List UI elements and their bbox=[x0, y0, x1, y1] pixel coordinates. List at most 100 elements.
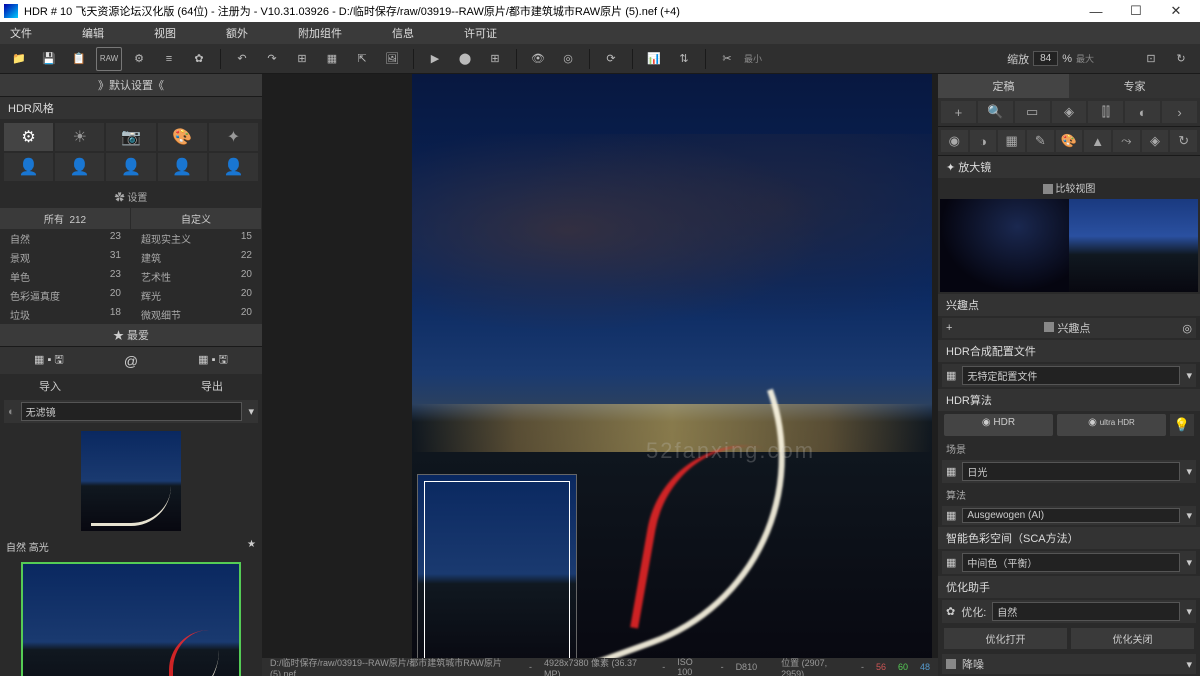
sliders-icon[interactable]: ≡ bbox=[156, 47, 182, 71]
magnifier-view[interactable] bbox=[940, 199, 1198, 292]
scene-select[interactable]: ▦日光▾ bbox=[942, 460, 1196, 483]
add-interest-icon[interactable]: + bbox=[946, 322, 952, 334]
style-sparkle-icon[interactable]: ✦ bbox=[209, 123, 258, 151]
minimize-button[interactable]: — bbox=[1076, 4, 1116, 19]
all-presets[interactable]: 所有 212 bbox=[0, 208, 131, 229]
grid-icon[interactable]: ⊞ bbox=[482, 47, 508, 71]
copy-icon[interactable]: 📋 bbox=[66, 47, 92, 71]
style-user4-icon[interactable]: 👤 bbox=[158, 153, 207, 181]
stat-item[interactable]: 色彩逼真度20 bbox=[0, 286, 131, 305]
default-settings-header[interactable]: 》默认设置《 bbox=[0, 74, 262, 97]
menu-addons[interactable]: 附加组件 bbox=[298, 25, 342, 41]
tab-expert[interactable]: 专家 bbox=[1069, 74, 1200, 98]
style-user2-icon[interactable]: 👤 bbox=[55, 153, 104, 181]
search-icon[interactable]: ◈ bbox=[1142, 130, 1169, 152]
menu-file[interactable]: 文件 bbox=[10, 25, 32, 41]
style-user1-icon[interactable]: 👤 bbox=[4, 153, 53, 181]
menu-extras[interactable]: 额外 bbox=[226, 25, 248, 41]
import-button[interactable]: 导入 bbox=[39, 378, 61, 394]
grid2-icon[interactable]: ▦ bbox=[998, 130, 1025, 152]
noise-row[interactable]: 降噪 ▾ bbox=[942, 654, 1196, 674]
algo-select[interactable]: ▦Ausgewogen (AI)▾ bbox=[942, 506, 1196, 525]
wand-icon[interactable]: ✎ bbox=[1027, 130, 1054, 152]
eye-icon[interactable]: 👁 bbox=[525, 47, 551, 71]
export-icon[interactable]: ⇱ bbox=[349, 47, 375, 71]
stat-item[interactable]: 景观31 bbox=[0, 248, 131, 267]
histogram-icon[interactable]: 📊 bbox=[641, 47, 667, 71]
navigator[interactable] bbox=[417, 474, 577, 674]
target-icon[interactable]: ◎ bbox=[555, 47, 581, 71]
grid-view-icon[interactable]: ▦ ▪ 🖫 bbox=[34, 351, 64, 370]
at-icon[interactable]: @ bbox=[124, 353, 138, 369]
image-icon[interactable]: 🖼 bbox=[379, 47, 405, 71]
redo-icon[interactable]: ↷ bbox=[259, 47, 285, 71]
settings2-icon[interactable]: ✿ bbox=[186, 47, 212, 71]
style-camera-icon[interactable]: 📷 bbox=[106, 123, 155, 151]
config-select[interactable]: ▦ 无特定配置文件▾ bbox=[942, 364, 1196, 387]
interest-checkbox[interactable] bbox=[1044, 322, 1054, 332]
stat-item[interactable]: 自然23 bbox=[0, 229, 131, 248]
rgb-icon[interactable]: ▲ bbox=[1084, 130, 1111, 152]
add-tool-icon[interactable]: + bbox=[941, 101, 976, 123]
save-icon[interactable]: 💾 bbox=[36, 47, 62, 71]
color-tool-icon[interactable]: ◐ bbox=[1125, 101, 1160, 123]
chevron-right-icon[interactable]: › bbox=[1162, 101, 1197, 123]
layers-icon[interactable]: ▦ bbox=[319, 47, 345, 71]
split-tool-icon[interactable]: ⫿⫿ bbox=[1088, 101, 1123, 123]
opt-open-button[interactable]: 优化打开 bbox=[944, 628, 1067, 649]
hdr-button[interactable]: ◉ HDR bbox=[944, 414, 1053, 436]
crop-icon[interactable]: ✂ bbox=[714, 47, 740, 71]
aperture-icon[interactable]: ◉ bbox=[941, 130, 968, 152]
stat-item[interactable]: 辉光20 bbox=[131, 286, 262, 305]
menu-license[interactable]: 许可证 bbox=[464, 25, 497, 41]
compare-icon[interactable]: ⇅ bbox=[671, 47, 697, 71]
settings-link[interactable]: ✿ 设置 bbox=[0, 185, 262, 208]
style-gear-icon[interactable]: ⚙ bbox=[4, 123, 53, 151]
list-view-icon[interactable]: ▦ ▪ 🖫 bbox=[198, 351, 228, 370]
compare-checkbox[interactable] bbox=[1043, 184, 1053, 194]
fit-icon[interactable]: ⊡ bbox=[1138, 47, 1164, 71]
magnifier-header[interactable]: ✦ 放大镜 bbox=[938, 156, 1200, 178]
open-icon[interactable]: 📁 bbox=[6, 47, 32, 71]
raw-icon[interactable]: RAW bbox=[96, 47, 122, 71]
undo-icon[interactable]: ↶ bbox=[229, 47, 255, 71]
record-icon[interactable]: ⬤ bbox=[452, 47, 478, 71]
preset-natural-highlight[interactable]: ★ ⊕ bbox=[0, 556, 262, 676]
style-sun-icon[interactable]: ☀ bbox=[55, 123, 104, 151]
ultra-hdr-button[interactable]: ◉ ultra HDR bbox=[1057, 414, 1166, 436]
style-user5-icon[interactable]: 👤 bbox=[209, 153, 258, 181]
close-button[interactable]: ✕ bbox=[1156, 3, 1196, 19]
export-button[interactable]: 导出 bbox=[201, 378, 223, 394]
stat-item[interactable]: 单色23 bbox=[0, 267, 131, 286]
window-tool-icon[interactable]: ▭ bbox=[1015, 101, 1050, 123]
tab-pinned[interactable]: 定稿 bbox=[938, 74, 1069, 98]
noise-checkbox[interactable] bbox=[946, 659, 956, 669]
style-palette-icon[interactable]: 🎨 bbox=[158, 123, 207, 151]
share-icon[interactable]: ⤳ bbox=[1113, 130, 1140, 152]
layers-tool-icon[interactable]: ◈ bbox=[1052, 101, 1087, 123]
maximize-button[interactable]: ☐ bbox=[1116, 3, 1156, 19]
refresh2-icon[interactable]: ↻ bbox=[1170, 130, 1197, 152]
menu-view[interactable]: 视图 bbox=[154, 25, 176, 41]
style-user3-icon[interactable]: 👤 bbox=[106, 153, 155, 181]
adjust-icon[interactable]: ⚙ bbox=[126, 47, 152, 71]
window-icon[interactable]: ⊞ bbox=[289, 47, 315, 71]
zoom-tool-icon[interactable]: 🔍 bbox=[978, 101, 1013, 123]
contrast-icon[interactable]: ◑ bbox=[970, 130, 997, 152]
stat-item[interactable]: 艺术性20 bbox=[131, 267, 262, 286]
canvas[interactable]: 52fanxing.com D:/临时保存/raw/03919--RAW原片/都… bbox=[262, 74, 938, 676]
play-icon[interactable]: ▶ bbox=[422, 47, 448, 71]
preview-thumb[interactable] bbox=[81, 431, 181, 531]
star-icon[interactable]: ★ bbox=[247, 539, 256, 554]
refresh-icon[interactable]: ↻ bbox=[1168, 47, 1194, 71]
target2-icon[interactable]: ◎ bbox=[1182, 322, 1192, 335]
rotate-icon[interactable]: ⟳ bbox=[598, 47, 624, 71]
opt-select[interactable]: ✿优化:自然▾ bbox=[942, 600, 1196, 623]
menu-edit[interactable]: 编辑 bbox=[82, 25, 104, 41]
stat-item[interactable]: 垃圾18 bbox=[0, 305, 131, 324]
zoom-value[interactable]: 84 bbox=[1033, 51, 1058, 66]
bulb-icon[interactable]: 💡 bbox=[1170, 414, 1194, 436]
menu-info[interactable]: 信息 bbox=[392, 25, 414, 41]
colorwheel-icon[interactable]: 🎨 bbox=[1056, 130, 1083, 152]
opt-close-button[interactable]: 优化关闭 bbox=[1071, 628, 1194, 649]
